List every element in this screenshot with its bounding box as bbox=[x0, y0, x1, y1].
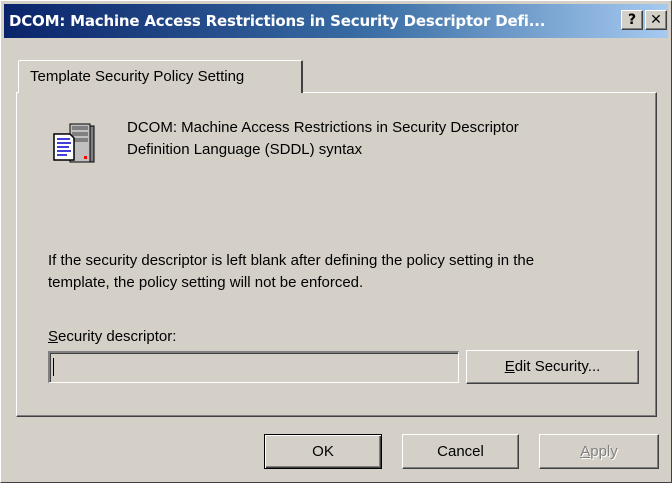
security-descriptor-field[interactable] bbox=[48, 351, 459, 383]
tab-label: Template Security Policy Setting bbox=[30, 68, 245, 85]
tab-template-security-policy-setting[interactable]: Template Security Policy Setting bbox=[18, 60, 303, 93]
cancel-label: Cancel bbox=[437, 443, 484, 460]
security-descriptor-label-text: ecurity descriptor: bbox=[58, 328, 177, 345]
security-descriptor-label-mnemonic: S bbox=[48, 328, 59, 345]
help-button[interactable]: ? bbox=[621, 10, 643, 30]
policy-name-line-1: DCOM: Machine Access Restrictions in Sec… bbox=[127, 119, 519, 136]
apply-label: pply bbox=[590, 443, 618, 460]
ok-label: OK bbox=[312, 443, 334, 460]
policy-name-line-2: Definition Language (SDDL) syntax bbox=[127, 141, 363, 158]
edit-security-button[interactable]: Edit Security... bbox=[466, 350, 639, 384]
edit-security-label: dit Security... bbox=[514, 358, 601, 375]
apply-button[interactable]: Apply bbox=[539, 434, 659, 469]
window-title: DCOM: Machine Access Restrictions in Sec… bbox=[9, 12, 546, 30]
title-bar[interactable]: DCOM: Machine Access Restrictions in Sec… bbox=[4, 4, 668, 38]
cancel-button[interactable]: Cancel bbox=[402, 434, 519, 469]
info-text-line-1: If the security descriptor is left blank… bbox=[48, 252, 535, 269]
edit-security-mnemonic: E bbox=[504, 358, 515, 375]
close-button[interactable]: ✕ bbox=[645, 10, 667, 30]
apply-mnemonic: A bbox=[580, 443, 591, 460]
dialog-window: DCOM: Machine Access Restrictions in Sec… bbox=[0, 0, 672, 483]
text-caret bbox=[53, 358, 54, 376]
security-descriptor-label: Security descriptor: bbox=[48, 326, 176, 348]
info-text-line-2: template, the policy setting will not be… bbox=[48, 274, 364, 291]
policy-server-document-icon bbox=[50, 120, 100, 166]
ok-button[interactable]: OK bbox=[264, 434, 382, 469]
